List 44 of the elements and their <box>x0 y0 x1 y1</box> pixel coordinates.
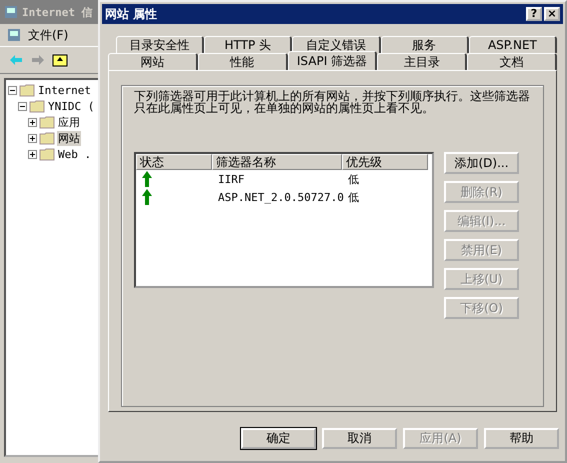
column-header[interactable]: 优先级 <box>342 154 428 170</box>
folder-icon <box>39 115 55 129</box>
description-text: 下列筛选器可用于此计算机上的所有网站，并按下列顺序执行。这些筛选器只在此属性页上可见，在单独的网站的属性页上看不见。 <box>134 90 531 114</box>
tab[interactable]: ASP.NET <box>468 36 558 53</box>
side-button[interactable]: 添加(D)... <box>444 152 519 174</box>
tree-item[interactable]: Internet <box>37 84 92 96</box>
expand-toggle[interactable] <box>28 134 37 142</box>
folder-icon <box>39 131 55 145</box>
tab[interactable]: 文档 <box>467 53 557 70</box>
computer-icon <box>3 4 19 20</box>
tree-item[interactable]: YNIDC ( <box>47 100 96 112</box>
dialog-title: 网站 属性 <box>105 6 158 22</box>
collapse-toggle[interactable] <box>8 86 17 94</box>
tab[interactable]: 网站 <box>108 53 198 70</box>
computer-icon <box>6 27 22 43</box>
dialog-button[interactable]: 取消 <box>322 428 397 449</box>
dialog-button[interactable]: 帮助 <box>484 428 559 449</box>
tab[interactable]: 性能 <box>198 53 288 70</box>
tab[interactable]: 服务 <box>380 36 469 53</box>
folder-icon <box>29 99 45 113</box>
folder-icon <box>39 147 55 161</box>
menu-item[interactable]: 文件(F) <box>28 26 68 44</box>
folder-icon <box>19 83 35 97</box>
table-cell-text: ASP.NET_2.0.50727.0 <box>217 190 342 204</box>
expand-toggle[interactable] <box>28 150 37 158</box>
tab[interactable]: 目录安全性 <box>116 36 204 53</box>
tree-item[interactable]: 应用 <box>57 114 81 130</box>
close-button[interactable]: × <box>544 7 560 21</box>
table-cell-text: 低 <box>347 172 360 186</box>
column-header[interactable]: 筛选器名称 <box>212 154 342 170</box>
window-title: Internet 信 <box>22 4 93 20</box>
tree-item[interactable]: Web . <box>57 148 92 160</box>
help-button[interactable]: ? <box>526 7 542 21</box>
tab[interactable]: ISAPI 筛选器 <box>288 51 378 70</box>
collapse-toggle[interactable] <box>18 102 27 110</box>
expand-toggle[interactable] <box>28 118 37 126</box>
table-cell-text: 低 <box>347 190 360 204</box>
folder-up-icon[interactable] <box>52 52 68 68</box>
column-header[interactable]: 状态 <box>136 154 212 170</box>
table-cell-text: IIRF <box>217 172 246 186</box>
dialog-button[interactable]: 确定 <box>241 428 316 449</box>
tab[interactable]: 主目录 <box>377 53 468 70</box>
tab[interactable]: HTTP 头 <box>204 36 292 53</box>
tree-item[interactable]: 网站 <box>57 130 81 146</box>
